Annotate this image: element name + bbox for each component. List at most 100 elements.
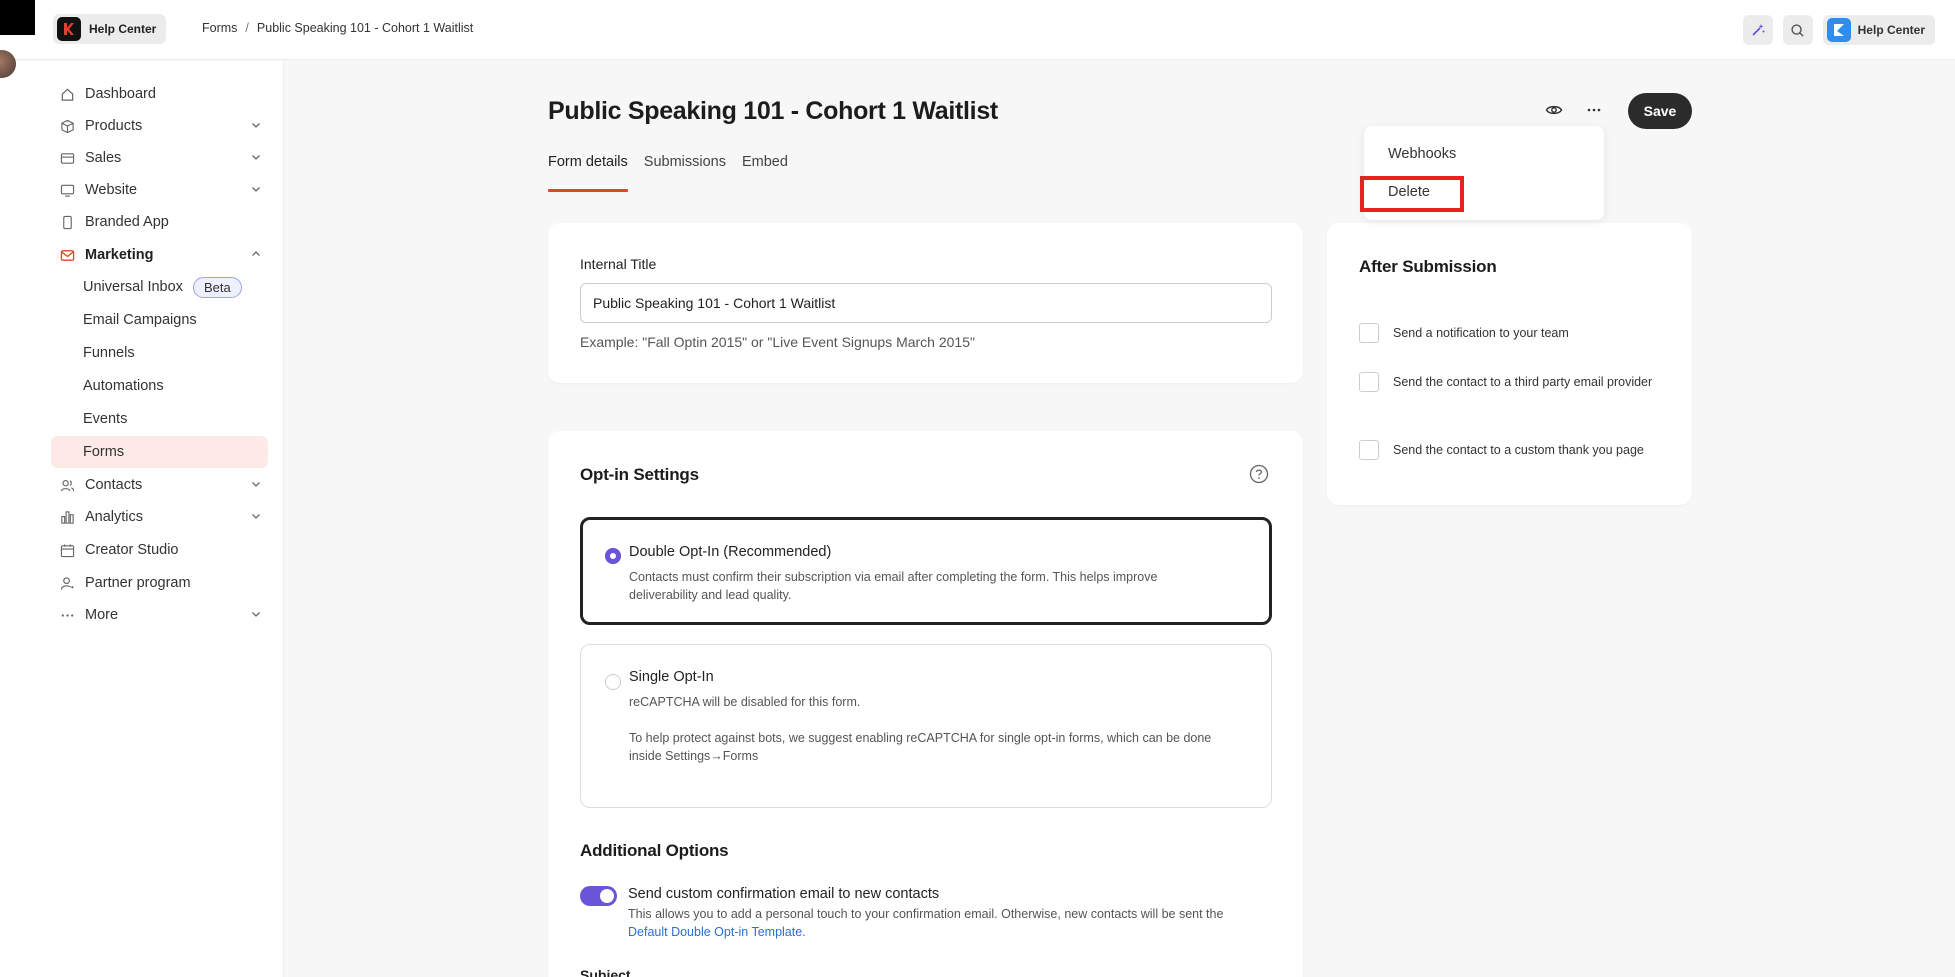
third-party-provider-option[interactable]: Send the contact to a third party email … <box>1359 372 1663 392</box>
internal-title-input[interactable] <box>580 283 1272 323</box>
sidebar-item-label: Creator Studio <box>85 542 179 558</box>
card-icon <box>59 150 75 166</box>
phone-icon <box>59 214 75 230</box>
box-icon <box>59 118 75 134</box>
single-optin-radio[interactable] <box>605 674 621 690</box>
thank-you-page-checkbox[interactable] <box>1359 440 1379 460</box>
after-submission-card: After Submission Send a notification to … <box>1327 223 1692 505</box>
sidebar-item-partner-program[interactable]: Partner program <box>51 567 268 599</box>
users-icon <box>59 477 75 493</box>
help-center-button[interactable]: Help Center <box>1822 15 1935 45</box>
search-button[interactable] <box>1782 15 1813 45</box>
default-template-link[interactable]: Default Double Opt-in Template. <box>628 925 806 939</box>
monitor-icon <box>59 182 75 198</box>
sidebar-item-label: Website <box>85 182 138 198</box>
thank-you-page-label: Send the contact to a custom thank you p… <box>1393 443 1644 457</box>
mail-icon <box>59 247 75 263</box>
single-optin-option[interactable]: Single Opt-In reCAPTCHA will be disabled… <box>580 644 1272 808</box>
third-party-provider-checkbox[interactable] <box>1359 372 1379 392</box>
brand-switcher[interactable]: Help Center <box>53 14 167 44</box>
sidebar-item-creator-studio[interactable]: Creator Studio <box>51 534 268 566</box>
sidebar-item-label: Events <box>83 411 128 427</box>
beta-badge: Beta <box>192 276 242 298</box>
custom-confirmation-label: Send custom confirmation email to new co… <box>628 886 940 902</box>
sidebar-item-automations[interactable]: Automations <box>51 370 268 402</box>
sidebar-item-analytics[interactable]: Analytics <box>51 501 268 533</box>
top-bar: Help Center Forms / Public Speaking 101 … <box>0 0 1955 60</box>
double-optin-option[interactable]: Double Opt-In (Recommended) Contacts mus… <box>580 517 1272 625</box>
double-optin-desc: Contacts must confirm their subscription… <box>629 570 1158 602</box>
breadcrumb: Forms / Public Speaking 101 - Cohort 1 W… <box>202 21 473 35</box>
sidebar-item-contacts[interactable]: Contacts <box>51 469 268 501</box>
bar-chart-icon <box>59 509 75 525</box>
breadcrumb-forms-link[interactable]: Forms <box>202 21 237 35</box>
chevron-down-icon <box>250 151 262 167</box>
window-corner <box>0 0 35 35</box>
tab-embed[interactable]: Embed <box>742 154 788 192</box>
single-optin-desc: reCAPTCHA will be disabled for this form… <box>629 695 861 709</box>
breadcrumb-separator: / <box>245 21 249 35</box>
more-actions-button[interactable] <box>1585 101 1603 124</box>
sidebar-item-label: Analytics <box>85 509 144 525</box>
tab-bar: Form details Submissions Embed <box>548 154 788 192</box>
preview-button[interactable] <box>1545 101 1563 124</box>
menu-item-webhooks[interactable]: Webhooks <box>1388 146 1456 162</box>
sidebar-item-label: Sales <box>85 150 122 166</box>
optin-settings-title: Opt-in Settings <box>580 465 699 484</box>
sidebar-item-label: Funnels <box>83 345 135 361</box>
sidebar-item-sales[interactable]: Sales <box>51 142 268 174</box>
sidebar-item-email-campaigns[interactable]: Email Campaigns <box>51 304 268 336</box>
sidebar-item-label: Branded App <box>85 214 169 230</box>
magic-wand-button[interactable] <box>1742 15 1773 45</box>
sidebar-item-website[interactable]: Website <box>51 174 268 206</box>
notify-team-option[interactable]: Send a notification to your team <box>1359 323 1663 343</box>
internal-title-label: Internal Title <box>580 256 657 272</box>
sidebar-item-more[interactable]: More <box>51 599 268 631</box>
page-title: Public Speaking 101 - Cohort 1 Waitlist <box>548 97 998 125</box>
more-actions-menu: Webhooks Delete <box>1360 126 1604 220</box>
tab-form-details[interactable]: Form details <box>548 154 628 192</box>
home-icon <box>59 86 75 102</box>
more-horizontal-icon <box>1587 108 1601 112</box>
custom-confirmation-desc: This allows you to add a personal touch … <box>628 905 1258 941</box>
sidebar-item-label: Contacts <box>85 477 143 493</box>
double-optin-radio[interactable] <box>605 548 621 564</box>
sidebar-item-forms[interactable]: Forms <box>51 436 268 468</box>
sidebar-item-branded-app[interactable]: Branded App <box>51 206 268 238</box>
help-logo-icon <box>1826 18 1851 42</box>
eye-icon <box>1545 105 1563 115</box>
custom-confirmation-toggle[interactable] <box>580 886 617 906</box>
breadcrumb-current: Public Speaking 101 - Cohort 1 Waitlist <box>256 21 474 35</box>
internal-title-card: Internal Title Example: "Fall Optin 2015… <box>548 223 1303 383</box>
sidebar-item-marketing[interactable]: Marketing <box>51 239 268 271</box>
sidebar-item-universal-inbox[interactable]: Universal Inbox Beta <box>51 271 268 303</box>
help-center-label: Help Center <box>1857 23 1925 37</box>
chevron-down-icon <box>250 608 262 624</box>
save-button[interactable]: Save <box>1628 93 1692 129</box>
sidebar-item-products[interactable]: Products <box>51 110 268 142</box>
sidebar-item-dashboard[interactable]: Dashboard <box>51 78 268 110</box>
sidebar-item-label: Universal Inbox <box>83 279 183 295</box>
magic-wand-icon <box>1752 24 1765 36</box>
person-icon <box>59 575 75 591</box>
internal-title-hint: Example: "Fall Optin 2015" or "Live Even… <box>580 334 975 350</box>
single-optin-title: Single Opt-In <box>629 669 714 685</box>
notify-team-checkbox[interactable] <box>1359 323 1379 343</box>
search-icon <box>1791 23 1804 37</box>
chevron-down-icon <box>250 119 262 135</box>
tab-submissions[interactable]: Submissions <box>644 154 726 192</box>
after-submission-title: After Submission <box>1359 257 1497 276</box>
sidebar-item-label: Partner program <box>85 575 191 591</box>
sidebar-item-label: More <box>85 607 119 623</box>
notify-team-label: Send a notification to your team <box>1393 326 1569 340</box>
sidebar-item-events[interactable]: Events <box>51 403 268 435</box>
sidebar-item-funnels[interactable]: Funnels <box>51 337 268 369</box>
help-circle-icon[interactable] <box>1249 464 1269 489</box>
sidebar-item-label: Products <box>85 118 143 134</box>
sidebar: Dashboard Products Sales Website Branded… <box>0 61 284 977</box>
thank-you-page-option[interactable]: Send the contact to a custom thank you p… <box>1359 440 1663 460</box>
sidebar-item-label: Automations <box>83 378 164 394</box>
optin-settings-card: Opt-in Settings Double Opt-In (Recommend… <box>548 431 1303 977</box>
subject-label: Subject <box>580 967 631 977</box>
double-optin-title: Double Opt-In (Recommended) <box>629 544 832 560</box>
